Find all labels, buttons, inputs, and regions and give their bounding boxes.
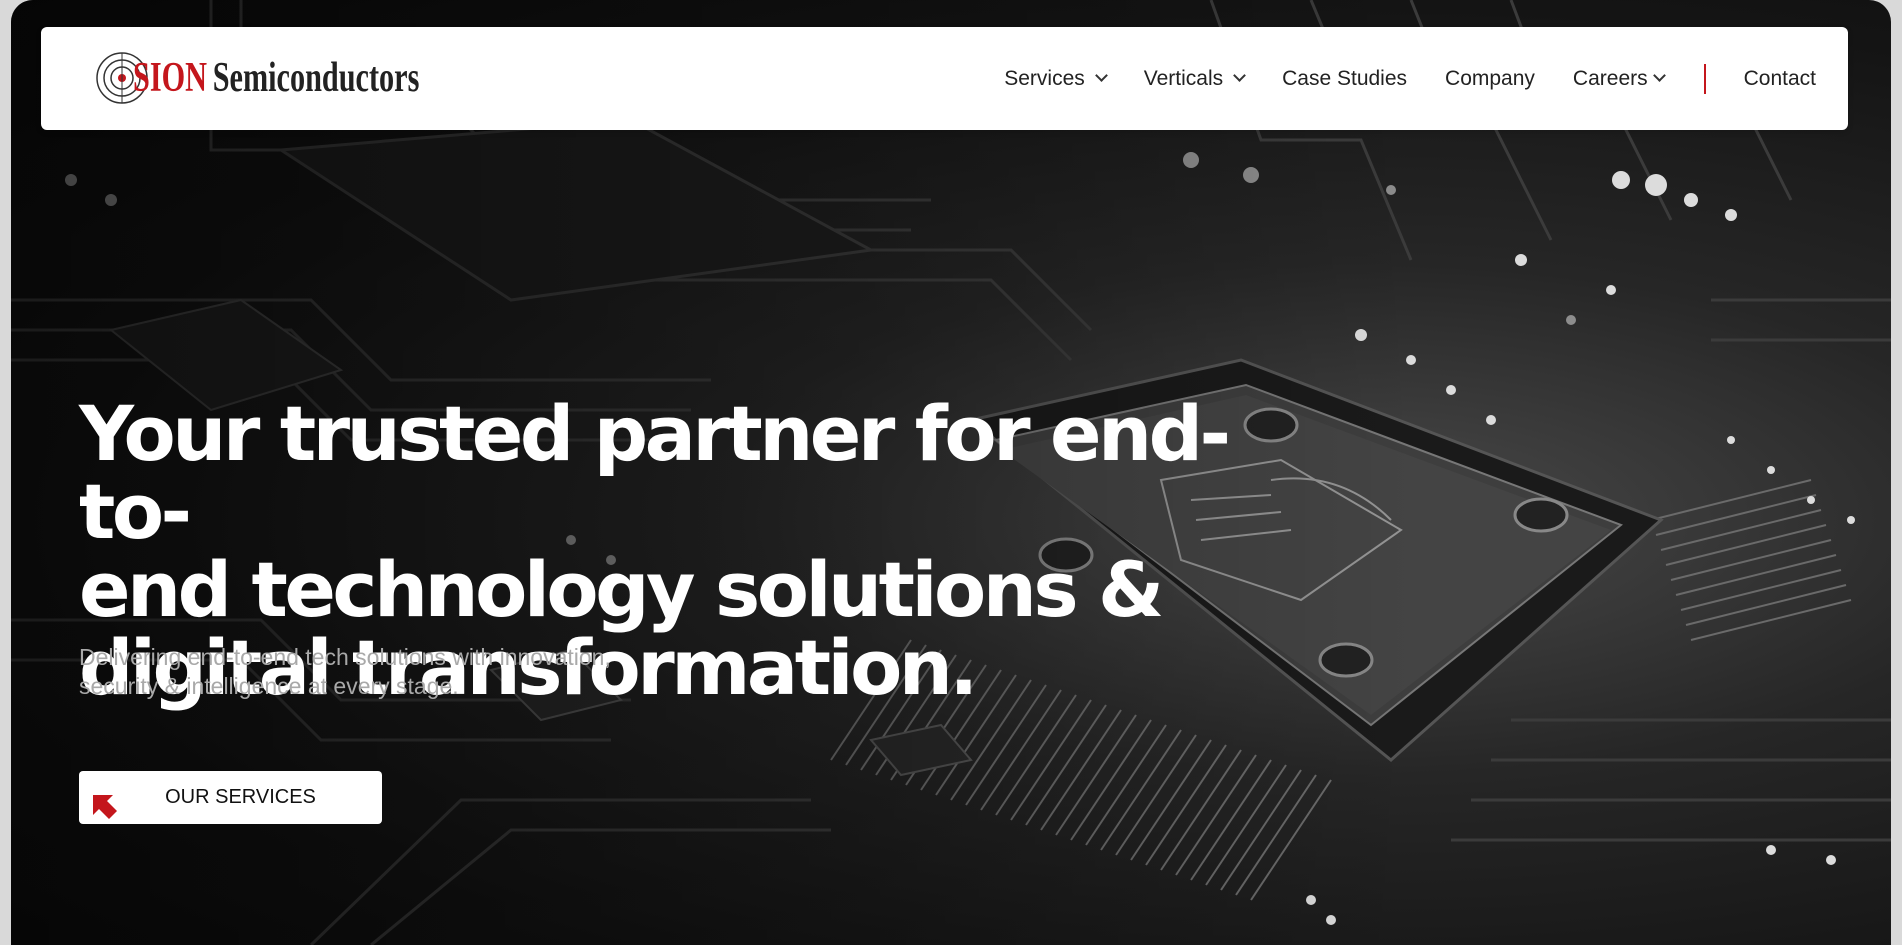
nav-item-label: Careers: [1572, 66, 1648, 90]
nav-item-company[interactable]: Company: [1445, 67, 1535, 91]
nav-item-contact[interactable]: Contact: [1744, 67, 1816, 91]
chevron-down-icon: [1652, 69, 1666, 82]
brand-logo[interactable]: SION Semiconductors: [95, 47, 531, 109]
brand-name-rest: Semiconductors: [212, 55, 420, 101]
nav-item-label: Verticals: [1143, 66, 1224, 90]
brand-name-accent: SION: [133, 55, 207, 101]
chevron-down-icon: [1094, 69, 1108, 82]
hero-section: SION Semiconductors Services Verticals C…: [11, 0, 1891, 945]
hero-subtext-line: security & intelligence at every stage.: [79, 673, 459, 699]
nav-item-label: Company: [1445, 66, 1535, 90]
nav-item-label: Services: [1004, 66, 1085, 90]
our-services-button[interactable]: OUR SERVICES: [79, 771, 382, 824]
chevron-down-icon: [1233, 69, 1246, 82]
nav-divider: [1703, 63, 1706, 94]
hero-subtext: Delivering end-to-end tech solutions wit…: [79, 643, 719, 701]
nav-item-verticals[interactable]: Verticals: [1143, 66, 1246, 91]
arrow-up-left-icon: [93, 795, 117, 819]
nav-item-careers[interactable]: Careers: [1572, 66, 1666, 91]
navbar: SION Semiconductors Services Verticals C…: [41, 27, 1848, 130]
nav-item-label: Case Studies: [1282, 66, 1408, 90]
nav-menu: Services Verticals Case Studies Company …: [966, 27, 1816, 130]
nav-item-services[interactable]: Services: [1004, 66, 1108, 91]
hero-headline-line: Your trusted partner for end-to-: [79, 389, 1231, 556]
hero-subtext-line: Delivering end-to-end tech solutions wit…: [79, 644, 611, 670]
nav-item-case-studies[interactable]: Case Studies: [1282, 67, 1407, 91]
brand-name: SION Semiconductors: [133, 54, 419, 102]
our-services-label: OUR SERVICES: [165, 786, 316, 808]
nav-item-label: Contact: [1743, 66, 1816, 90]
hero-headline-line: end technology solutions &: [79, 545, 1164, 634]
